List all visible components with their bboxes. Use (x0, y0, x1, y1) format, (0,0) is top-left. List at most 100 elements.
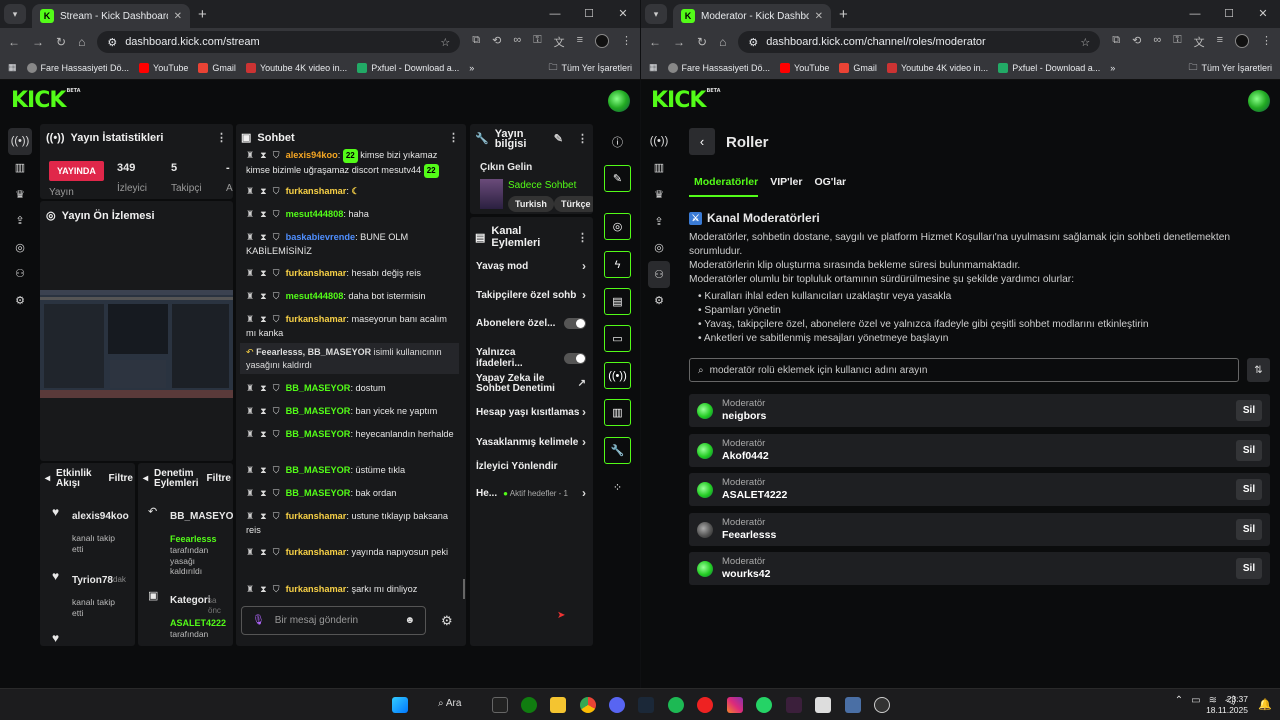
spotify-icon[interactable] (668, 697, 684, 713)
profile-avatar[interactable] (1235, 34, 1249, 48)
chat-input[interactable]: 🎙 Bir mesaj gönderin ☻ (241, 606, 426, 635)
more-bookmarks-icon[interactable]: » (1110, 63, 1115, 73)
new-tab-button[interactable]: + (198, 6, 207, 23)
home-icon[interactable]: ⌂ (719, 35, 726, 49)
menu-icon[interactable]: ⋮ (621, 34, 632, 50)
more-widgets-icon[interactable]: ⁘ (604, 474, 631, 501)
chat-button[interactable]: ▭ (604, 325, 631, 352)
settings-nav-icon[interactable]: ⚙ (8, 287, 32, 314)
whatsapp-icon[interactable] (756, 697, 772, 713)
activity-user[interactable]: Tyrion78 (72, 575, 113, 586)
avatar[interactable] (697, 521, 713, 538)
kick-logo[interactable]: KICKBETA (651, 88, 721, 113)
all-bookmarks[interactable]: 🗀 Tüm Yer İşaretleri (548, 60, 632, 76)
key-icon[interactable]: ⚿ (1173, 34, 1181, 50)
avatar[interactable] (697, 442, 713, 459)
back-icon[interactable]: ← (649, 35, 661, 49)
back-button[interactable]: ‹ (689, 128, 715, 155)
apps-icon[interactable]: ▦ (649, 62, 658, 73)
microphone-icon[interactable]: 🎙 (252, 615, 265, 626)
edit-icon[interactable]: ✎ (554, 134, 563, 145)
users-nav-icon[interactable]: ⚇ (8, 261, 32, 288)
browser-tab[interactable]: K Stream - Kick Dashboard ✕ (32, 4, 190, 28)
emoji-icon[interactable]: ☻ (404, 615, 415, 626)
home-icon[interactable]: ⌂ (78, 35, 85, 49)
close-tab-icon[interactable]: ✕ (815, 11, 823, 22)
history-icon[interactable]: ⟲ (1132, 34, 1141, 50)
bookmark[interactable]: Youtube 4K video in... (886, 62, 988, 73)
more-bookmarks-icon[interactable]: » (469, 63, 474, 73)
back-icon[interactable]: ← (8, 35, 20, 49)
stats-menu-icon[interactable]: ⋮ (216, 131, 227, 144)
sort-button[interactable]: ⇅ (1247, 358, 1270, 382)
link-icon[interactable]: ∞ (513, 34, 521, 50)
address-bar[interactable]: ⚙ dashboard.kick.com/stream ☆ (97, 31, 461, 53)
subscribers-only-toggle[interactable] (564, 318, 586, 329)
remove-button[interactable]: Sil (1236, 440, 1262, 461)
category-thumbnail[interactable] (480, 179, 503, 209)
channel-actions-menu-icon[interactable]: ⋮ (577, 231, 588, 244)
forward-icon[interactable]: → (673, 35, 685, 49)
bookmark[interactable]: YouTube (139, 62, 188, 73)
site-info-icon[interactable]: ⚙ (748, 36, 758, 49)
moderator-search-input[interactable]: ⌕ moderatör rolü eklemek için kullanıcı … (689, 358, 1239, 382)
maximize-button[interactable]: ☐ (572, 0, 606, 28)
close-window-button[interactable]: ✕ (606, 0, 640, 28)
remove-button[interactable]: Sil (1236, 558, 1262, 579)
raid-row[interactable]: İzleyici Yönlendir (476, 461, 586, 472)
apps-icon[interactable]: ▦ (8, 62, 17, 73)
followers-only-row[interactable]: Takipçilere özel sohb › (476, 288, 586, 302)
user-avatar[interactable] (608, 90, 630, 112)
preview-button[interactable]: ◎ (604, 213, 631, 240)
reload-icon[interactable]: ↻ (56, 35, 66, 49)
file-explorer-icon[interactable] (550, 697, 566, 713)
clock[interactable]: 23:37 18.11.2025 (1206, 694, 1248, 716)
app-icon[interactable] (786, 697, 802, 713)
bookmark[interactable]: Fare Hassasiyeti Dö... (667, 62, 770, 73)
mod-view-button[interactable]: ▥ (604, 399, 631, 426)
remove-button[interactable]: Sil (1236, 479, 1262, 500)
site-info-icon[interactable]: ⚙ (107, 36, 117, 49)
notes-button[interactable]: ▤ (604, 288, 631, 315)
tab-moderators[interactable]: Moderatörler (694, 176, 758, 188)
stream-info-menu-icon[interactable]: ⋮ (577, 134, 588, 145)
bookmark[interactable]: Youtube 4K video in... (245, 62, 347, 73)
mod-action-user[interactable]: BB_MASEYO (170, 511, 233, 522)
bookmark[interactable]: Pxfuel - Download a... (998, 62, 1100, 73)
moderator-name[interactable]: neigbors (722, 410, 766, 423)
tab-vips[interactable]: VIP'ler (770, 176, 802, 188)
remove-button[interactable]: Sil (1236, 400, 1262, 421)
extension-icon[interactable]: ⧉ (1112, 34, 1120, 50)
bookmark-star-icon[interactable]: ☆ (1080, 36, 1090, 49)
tab-search-button[interactable]: ▾ (4, 4, 26, 24)
settings-nav-icon[interactable]: ⚙ (648, 288, 670, 315)
emotes-only-toggle[interactable] (564, 352, 586, 364)
target-nav-icon[interactable]: ◎ (648, 234, 670, 261)
lightning-button[interactable]: ϟ (604, 251, 631, 278)
broadcast-button[interactable]: ((•)) (604, 362, 631, 389)
mod-filter-button[interactable]: Filtre (207, 474, 231, 484)
app-icon[interactable] (815, 697, 831, 713)
moderator-name[interactable]: Akof0442 (722, 450, 769, 463)
upload-nav-icon[interactable]: ⇪ (8, 208, 32, 235)
media-icon[interactable]: ≡ (1217, 34, 1223, 50)
activity-filter-button[interactable]: Filtre (109, 474, 133, 484)
kick-logo[interactable]: KICKBETA (11, 88, 81, 113)
taskbar-search[interactable]: ⌕ Ara (438, 698, 461, 709)
info-icon[interactable]: ⓘ (604, 128, 631, 155)
menu-icon[interactable]: ⋮ (1261, 34, 1272, 50)
network-icon[interactable]: ▭ (1191, 695, 1200, 706)
tab-ogs[interactable]: OG'lar (814, 176, 846, 188)
bookmark[interactable]: Gmail (198, 62, 236, 73)
history-icon[interactable]: ⟲ (492, 34, 501, 50)
translate-icon[interactable]: 文 (554, 34, 565, 50)
forward-icon[interactable]: → (32, 35, 44, 49)
users-nav-icon[interactable]: ⚇ (648, 260, 670, 288)
stream-nav-icon[interactable]: ((•)) (648, 128, 670, 155)
key-icon[interactable]: ⚿ (533, 34, 541, 50)
close-tab-icon[interactable]: ✕ (174, 11, 182, 22)
address-bar[interactable]: ⚙ dashboard.kick.com/channel/roles/moder… (738, 31, 1101, 53)
steam-icon[interactable] (638, 697, 654, 713)
trophy-nav-icon[interactable]: ♛ (648, 181, 670, 208)
avatar[interactable] (697, 560, 713, 577)
